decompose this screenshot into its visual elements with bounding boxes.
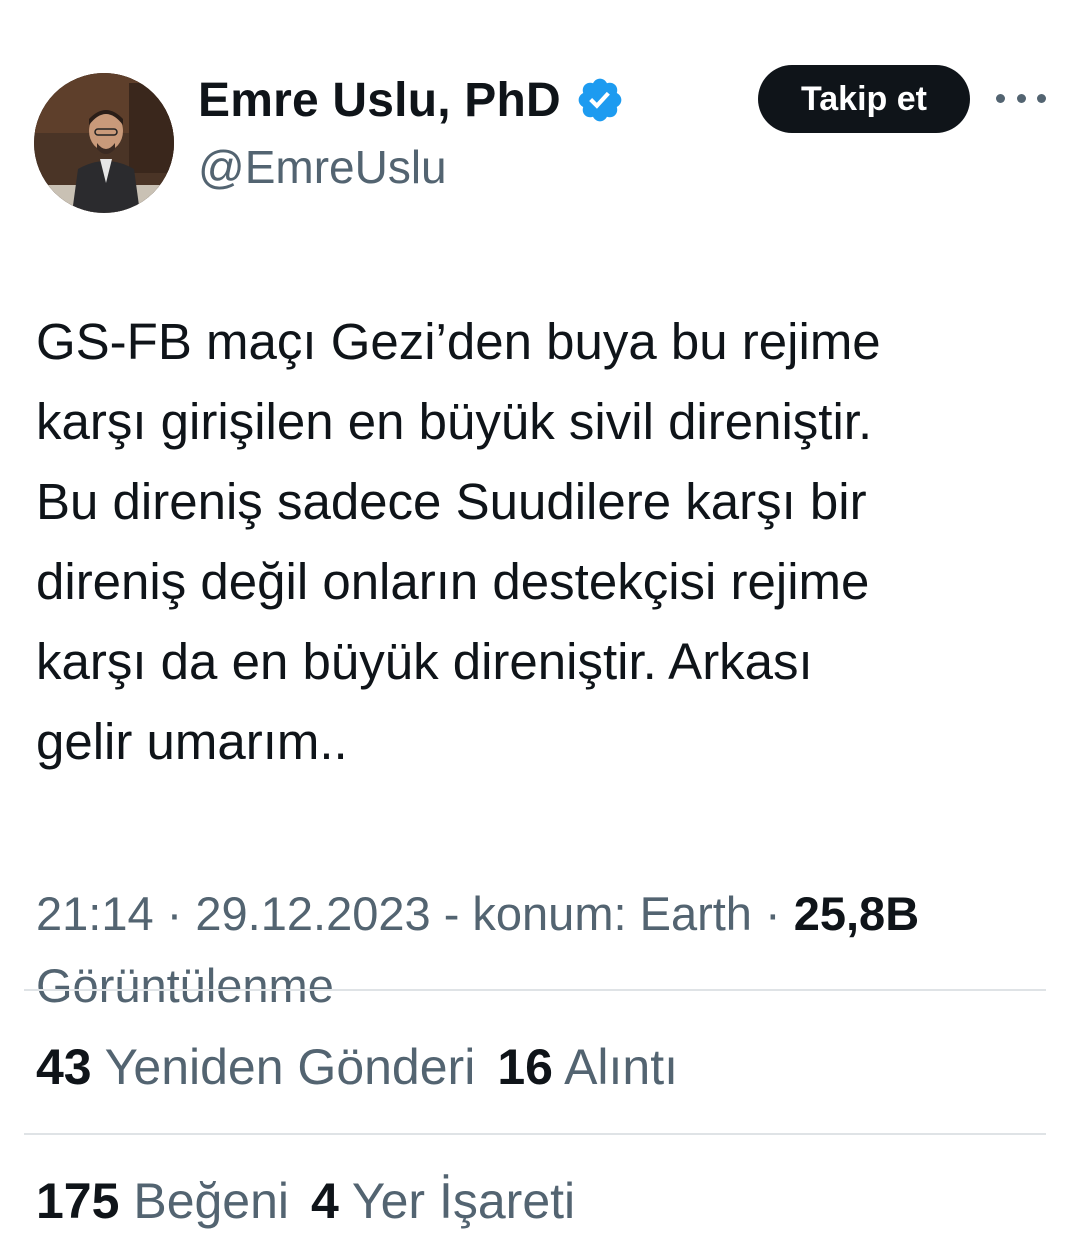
author-handle[interactable]: @EmreUslu bbox=[198, 140, 447, 194]
reposts-label: Yeniden Gönderi bbox=[104, 1039, 476, 1095]
bookmarks-count: 4 bbox=[311, 1173, 339, 1229]
tweet-text-line: GS-FB maçı Gezi’den buya bu rejime bbox=[36, 313, 881, 370]
reposts-stat[interactable]: 43 Yeniden Gönderi bbox=[36, 1039, 475, 1095]
avatar-photo bbox=[34, 73, 174, 213]
tweet-text-line: karşı da en büyük direniştir. Arkası bbox=[36, 633, 813, 690]
tweet-text-line: Bu direniş sadece Suudilere karşı bir bbox=[36, 473, 867, 530]
bookmarks-stat[interactable]: 4 Yer İşareti bbox=[311, 1173, 575, 1229]
more-dot bbox=[996, 93, 1005, 103]
tweet-date[interactable]: 29.12.2023 bbox=[195, 887, 430, 940]
tweet-text-line: direniş değil onların destekçisi rejime bbox=[36, 553, 870, 610]
follow-button[interactable]: Takip et bbox=[758, 65, 970, 133]
reposts-count: 43 bbox=[36, 1039, 92, 1095]
tweet-time[interactable]: 21:14 bbox=[36, 887, 154, 940]
tweet-meta: 21:14 · 29.12.2023 - konum: Earth · 25,8… bbox=[36, 880, 1046, 948]
views-count[interactable]: 25,8B bbox=[794, 887, 919, 940]
likes-stat[interactable]: 175 Beğeni bbox=[36, 1173, 289, 1229]
meta-separator: · bbox=[153, 887, 196, 940]
meta-separator: · bbox=[751, 887, 794, 940]
more-dot bbox=[1016, 93, 1026, 103]
quotes-label: Alıntı bbox=[564, 1039, 679, 1095]
more-options-icon[interactable] bbox=[996, 85, 1046, 111]
stats-row-likes-bookmarks: 175 Beğeni 4 Yer İşareti bbox=[36, 1166, 575, 1236]
more-dot bbox=[1037, 93, 1046, 103]
stats-row-reposts-quotes: 43 Yeniden Gönderi 16 Alıntı bbox=[36, 1032, 678, 1102]
likes-label: Beğeni bbox=[133, 1173, 290, 1229]
divider bbox=[24, 989, 1046, 991]
quotes-count: 16 bbox=[497, 1039, 553, 1095]
divider bbox=[24, 1133, 1046, 1135]
author-display-name[interactable]: Emre Uslu, PhD bbox=[198, 73, 561, 128]
bookmarks-label: Yer İşareti bbox=[351, 1173, 576, 1229]
verified-badge-icon bbox=[575, 75, 625, 125]
tweet-text-line: karşı girişilen en büyük sivil direnişti… bbox=[36, 393, 873, 450]
quotes-stat[interactable]: 16 Alıntı bbox=[497, 1039, 678, 1095]
likes-count: 175 bbox=[36, 1173, 120, 1229]
tweet-text-line: gelir umarım.. bbox=[36, 713, 348, 770]
tweet-location: - konum: Earth bbox=[430, 887, 752, 940]
author-name-row[interactable]: Emre Uslu, PhD bbox=[198, 70, 625, 130]
views-label[interactable]: Görüntülenme bbox=[36, 952, 334, 1020]
author-avatar[interactable] bbox=[34, 73, 174, 213]
tweet-text: GS-FB maçı Gezi’den buya bu rejime karşı… bbox=[36, 302, 1046, 782]
